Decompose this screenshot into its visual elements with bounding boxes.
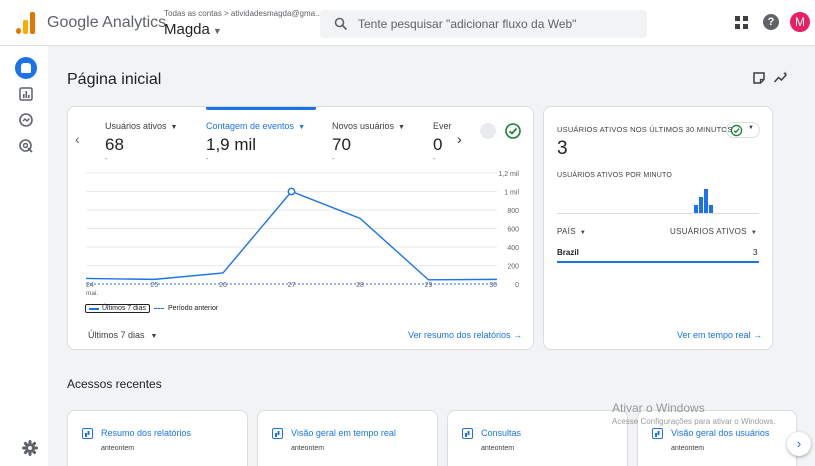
reports-icon[interactable] — [18, 86, 34, 102]
recent-card-realtime-overview[interactable]: Visão geral em tempo real anteontem — [257, 410, 438, 466]
recent-card-time: anteontem — [291, 445, 325, 452]
realtime-status-chip[interactable]: ▼ — [726, 122, 760, 138]
y-tick-label: 800 — [507, 208, 519, 215]
chevron-right-icon[interactable]: › — [787, 432, 811, 456]
realtime-per-minute-label: USUÁRIOS ATIVOS POR MINUTO — [557, 172, 673, 179]
column-header-label: PAÍS — [557, 227, 576, 236]
check-circle-icon — [730, 124, 743, 137]
y-tick-label: 1,2 mil — [498, 171, 519, 178]
view-reports-link-label: Ver resumo dos relatórios — [408, 330, 511, 340]
overview-card: ‹ Usuários ativos ▼ 68 - Contagem de even… — [67, 106, 534, 350]
property-selector[interactable]: Magda ▼ — [164, 21, 222, 38]
per-minute-axis — [557, 213, 759, 214]
x-tick-sublabel: mai. — [86, 290, 98, 297]
property-name: Magda — [164, 21, 210, 38]
recent-section-title: Acessos recentes — [67, 377, 162, 391]
apps-grid-icon[interactable] — [735, 16, 748, 29]
date-range-label: Últimos 7 dias — [88, 330, 145, 340]
realtime-card: USUÁRIOS ATIVOS NOS ÚLTIMOS 30 MINUTOS ▼… — [543, 106, 773, 350]
per-minute-bar — [699, 197, 703, 213]
view-realtime-link-label: Ver em tempo real — [677, 330, 751, 340]
y-tick-label: 200 — [507, 264, 519, 271]
report-icon — [652, 428, 663, 439]
highlighted-data-point — [287, 187, 296, 196]
report-icon — [462, 428, 473, 439]
windows-activation-watermark-subtitle: Acesse Configurações para ativar o Windo… — [612, 417, 776, 426]
view-reports-link[interactable]: Ver resumo dos relatórios → — [408, 330, 522, 340]
event-count-line-chart: 0 200 400 600 800 1 mil 1,2 mil 24 25 26 27 28 29 30 m… — [85, 171, 519, 297]
report-icon — [82, 428, 93, 439]
x-tick-label: 28 — [356, 282, 364, 289]
arrow-right-icon: → — [753, 330, 763, 340]
view-realtime-link[interactable]: Ver em tempo real → — [677, 330, 762, 340]
search-placeholder: Tente pesquisar "adicionar fluxo da Web" — [358, 17, 577, 31]
current-period-line — [85, 190, 498, 281]
settings-gear-icon[interactable] — [22, 440, 38, 456]
recent-card-title: Resumo dos relatórios — [101, 428, 192, 438]
product-name: Google Analytics — [47, 14, 167, 31]
caret-down-icon: ▼ — [212, 26, 222, 36]
column-header-label: USUÁRIOS ATIVOS — [670, 227, 747, 236]
windows-activation-watermark-title: Ativar o Windows — [612, 401, 705, 415]
page-title: Página inicial — [67, 71, 162, 88]
arrow-right-icon: → — [513, 330, 523, 340]
y-tick-label: 600 — [507, 227, 519, 234]
x-tick-label: 25 — [151, 282, 159, 289]
recent-card-title: Consultas — [481, 428, 522, 438]
x-tick-label: 26 — [219, 282, 227, 289]
x-tick-label: 30 — [489, 282, 497, 289]
caret-down-icon: ▼ — [748, 125, 754, 131]
table-row-value: 3 — [753, 248, 758, 257]
per-minute-bar — [704, 189, 708, 213]
caret-down-icon: ▼ — [579, 230, 587, 236]
notes-icon[interactable] — [751, 70, 767, 86]
analytics-logo-icon[interactable] — [16, 12, 36, 34]
x-tick-label: 29 — [425, 282, 433, 289]
search-icon — [334, 17, 348, 31]
avatar[interactable]: M — [790, 12, 810, 32]
insights-icon[interactable] — [773, 70, 789, 86]
y-tick-label: 0 — [515, 282, 519, 289]
account-breadcrumb[interactable]: Todas as contas > atividadesmagda@gma... — [164, 9, 322, 18]
caret-down-icon: ▼ — [750, 230, 758, 236]
help-icon[interactable]: ? — [763, 14, 779, 30]
per-minute-bar — [694, 205, 698, 213]
left-nav-rail — [0, 46, 48, 466]
recent-card-reports-snapshot[interactable]: Resumo dos relatórios anteontem — [67, 410, 248, 466]
explore-icon[interactable] — [18, 112, 34, 128]
date-range-selector[interactable]: Últimos 7 dias ▼ — [88, 330, 157, 340]
advertising-icon[interactable] — [18, 138, 34, 154]
realtime-header: USUÁRIOS ATIVOS NOS ÚLTIMOS 30 MINUTOS — [557, 125, 733, 134]
legend-previous-label: Período anterior — [167, 305, 219, 312]
column-header-active-users[interactable]: USUÁRIOS ATIVOS ▼ — [670, 227, 757, 236]
recent-card-time: anteontem — [671, 445, 705, 452]
legend-previous-swatch — [153, 308, 164, 309]
x-tick-label: 24 — [86, 282, 94, 289]
y-tick-label: 400 — [507, 245, 519, 252]
caret-down-icon: ▼ — [150, 333, 158, 340]
table-row-bar — [557, 261, 759, 263]
home-icon[interactable] — [15, 57, 37, 79]
legend-current-label: Últimos 7 dias — [102, 305, 146, 312]
recent-card-title: Visão geral em tempo real — [291, 428, 396, 438]
chart-legend: Últimos 7 dias Período anterior — [85, 304, 218, 313]
recent-card-time: anteontem — [481, 445, 515, 452]
legend-current[interactable]: Últimos 7 dias — [85, 304, 150, 313]
recent-card-queries[interactable]: Consultas anteontem — [447, 410, 628, 466]
recent-card-time: anteontem — [101, 445, 135, 452]
x-tick-label: 27 — [288, 282, 296, 289]
y-tick-label: 1 mil — [504, 190, 519, 197]
report-icon — [272, 428, 283, 439]
per-minute-bar-chart — [694, 189, 713, 213]
recent-card-title: Visão geral dos usuários — [671, 428, 770, 438]
top-bar: Google Analytics Todas as contas > ativi… — [0, 0, 815, 46]
realtime-value: 3 — [557, 138, 568, 159]
table-row-country: Brazil — [557, 248, 579, 257]
column-header-country[interactable]: PAÍS ▼ — [557, 227, 586, 236]
search-input[interactable]: Tente pesquisar "adicionar fluxo da Web" — [320, 10, 647, 38]
per-minute-bar — [709, 205, 713, 213]
